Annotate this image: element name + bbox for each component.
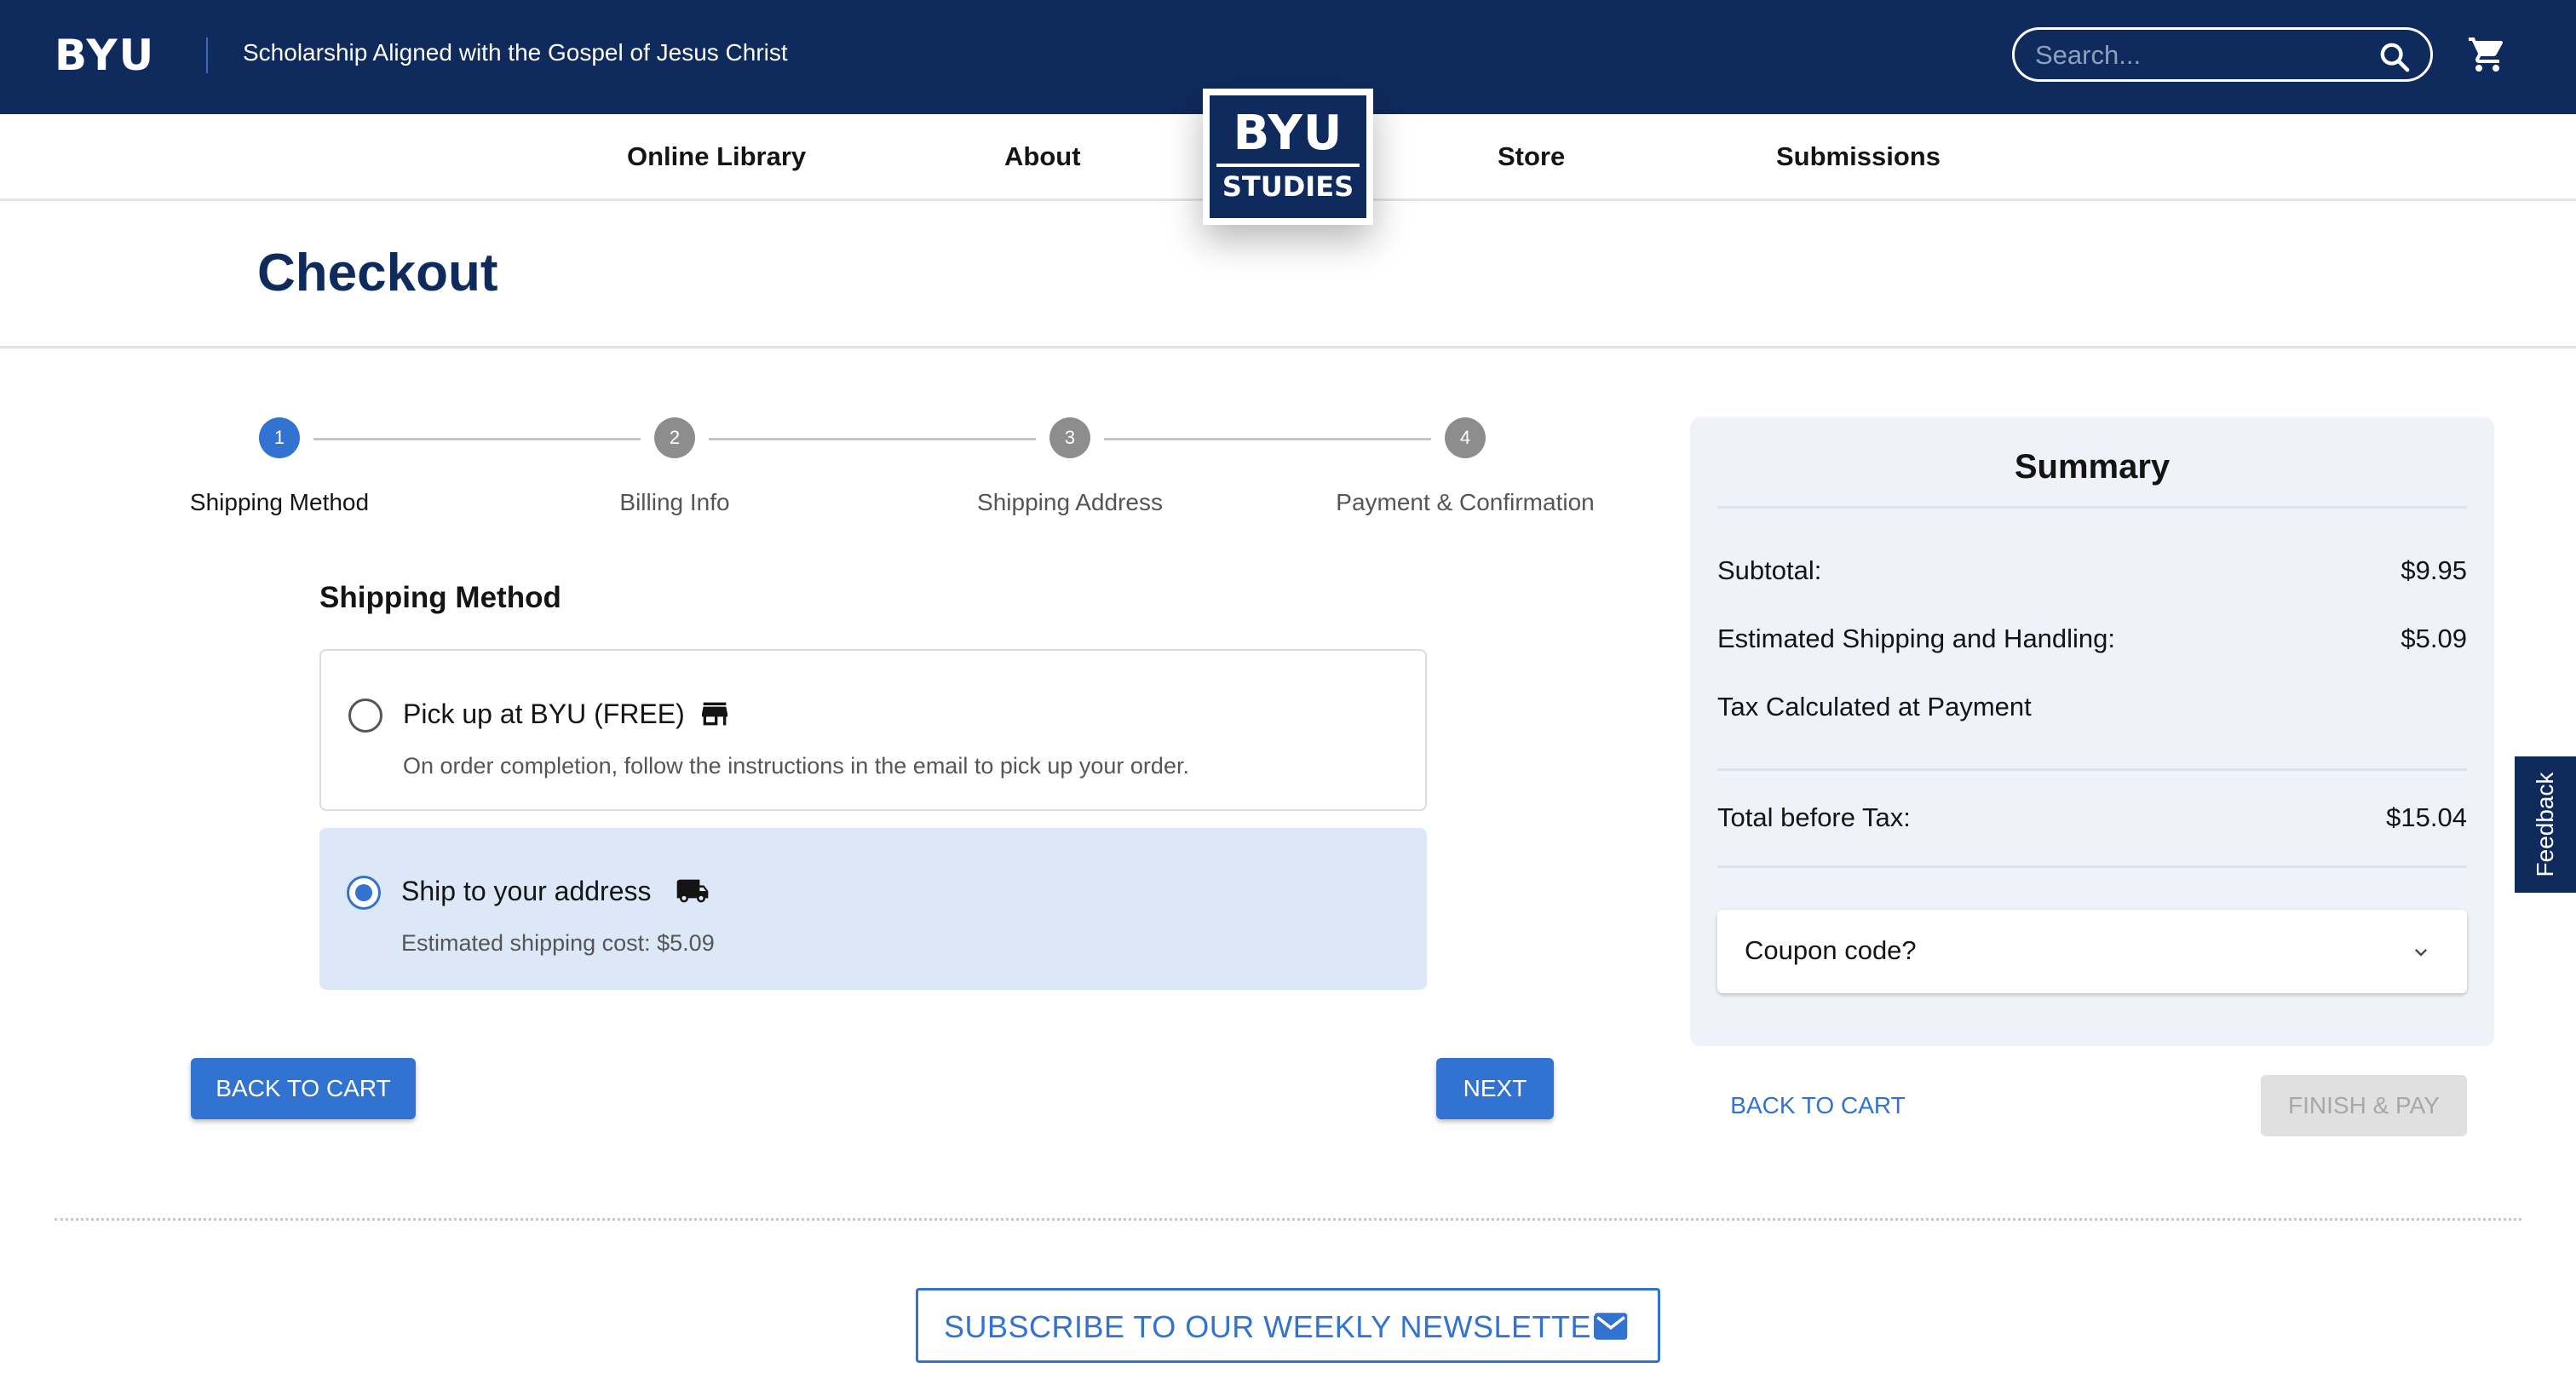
step-1-circle: 1 — [259, 417, 300, 458]
studies-logo-studies: STUDIES — [1222, 170, 1354, 203]
nav-item-about[interactable]: About — [1004, 141, 1081, 172]
pickup-radio[interactable] — [348, 698, 382, 733]
stepper-connector — [313, 438, 641, 440]
newsletter-label: SUBSCRIBE TO OUR WEEKLY NEWSLETTER — [944, 1309, 1614, 1344]
pickup-option[interactable]: Pick up at BYU (FREE) On order completio… — [319, 649, 1427, 811]
header-tagline: Scholarship Aligned with the Gospel of J… — [243, 39, 788, 66]
step-4-label: Payment & Confirmation — [1336, 489, 1595, 515]
step-1-label: Shipping Method — [189, 489, 370, 515]
total-before-tax-label: Total before Tax: — [1717, 802, 1911, 832]
title-band: Checkout — [0, 204, 2576, 348]
ship-option-title: Ship to your address — [401, 876, 652, 906]
shipping-handling-label: Estimated Shipping and Handling: — [1717, 624, 2116, 653]
pickup-option-title: Pick up at BYU (FREE) — [403, 698, 685, 729]
byu-studies-logo[interactable]: BYU STUDIES — [1203, 89, 1373, 225]
mail-icon — [1594, 1313, 1628, 1340]
feedback-tab[interactable]: Feedback — [2515, 756, 2576, 893]
newsletter-subscribe-button[interactable]: SUBSCRIBE TO OUR WEEKLY NEWSLETTER — [916, 1288, 1660, 1363]
subtotal-value: $9.95 — [2401, 555, 2467, 585]
nav-item-store[interactable]: Store — [1498, 141, 1565, 172]
stepper-connector — [1104, 438, 1431, 440]
summary-back-to-cart-button[interactable]: BACK TO CART — [1717, 1075, 1918, 1136]
subtotal-label: Subtotal: — [1717, 555, 1822, 585]
back-to-cart-button[interactable]: BACK TO CART — [191, 1058, 416, 1119]
studies-logo-byu: BYU — [1233, 106, 1343, 161]
finish-and-pay-button[interactable]: FINISH & PAY — [2261, 1075, 2467, 1136]
step-2-label: Billing Info — [619, 489, 730, 515]
summary-title: Summary — [2014, 448, 2171, 486]
shipping-method-heading: Shipping Method — [319, 581, 561, 614]
next-button[interactable]: NEXT — [1436, 1058, 1554, 1119]
coupon-label: Coupon code? — [1745, 935, 1917, 965]
step-4-circle: 4 — [1445, 417, 1486, 458]
total-before-tax-value: $15.04 — [2386, 802, 2467, 832]
studies-logo-bar — [1216, 164, 1360, 167]
store-icon — [702, 702, 727, 726]
stepper-connector — [709, 438, 1036, 440]
order-summary: Summary Subtotal: $9.95 Estimated Shippi… — [1690, 417, 2494, 1046]
summary-divider — [1717, 865, 2467, 868]
shipping-handling-value: $5.09 — [2401, 624, 2467, 653]
header-divider — [206, 37, 208, 73]
coupon-dropdown[interactable]: Coupon code? — [1717, 910, 2467, 993]
ship-option-description: Estimated shipping cost: $5.09 — [401, 930, 715, 956]
step-2-circle: 2 — [654, 417, 695, 458]
chevron-down-icon[interactable] — [2409, 940, 2433, 964]
step-3-circle: 3 — [1049, 417, 1090, 458]
page-title: Checkout — [257, 244, 498, 302]
summary-divider — [1717, 506, 2467, 509]
search-input[interactable] — [2035, 38, 2359, 72]
cart-icon[interactable] — [2467, 34, 2508, 75]
footer-divider — [55, 1218, 2521, 1221]
byu-logo[interactable]: BYU — [55, 31, 155, 80]
nav-item-submissions[interactable]: Submissions — [1776, 141, 1941, 172]
pickup-option-description: On order completion, follow the instruct… — [403, 753, 1189, 779]
search-icon[interactable] — [2378, 40, 2412, 74]
feedback-label: Feedback — [2532, 772, 2558, 877]
studies-logo-badge: BYU STUDIES — [1210, 95, 1366, 218]
step-3-label: Shipping Address — [977, 489, 1163, 515]
truck-icon — [676, 879, 709, 903]
ship-radio[interactable] — [347, 876, 381, 910]
nav-item-online-library[interactable]: Online Library — [627, 141, 806, 172]
tax-note: Tax Calculated at Payment — [1717, 692, 2032, 721]
ship-option[interactable]: Ship to your address Estimated shipping … — [319, 828, 1427, 990]
summary-divider — [1717, 768, 2467, 771]
search-box[interactable] — [2012, 27, 2433, 82]
